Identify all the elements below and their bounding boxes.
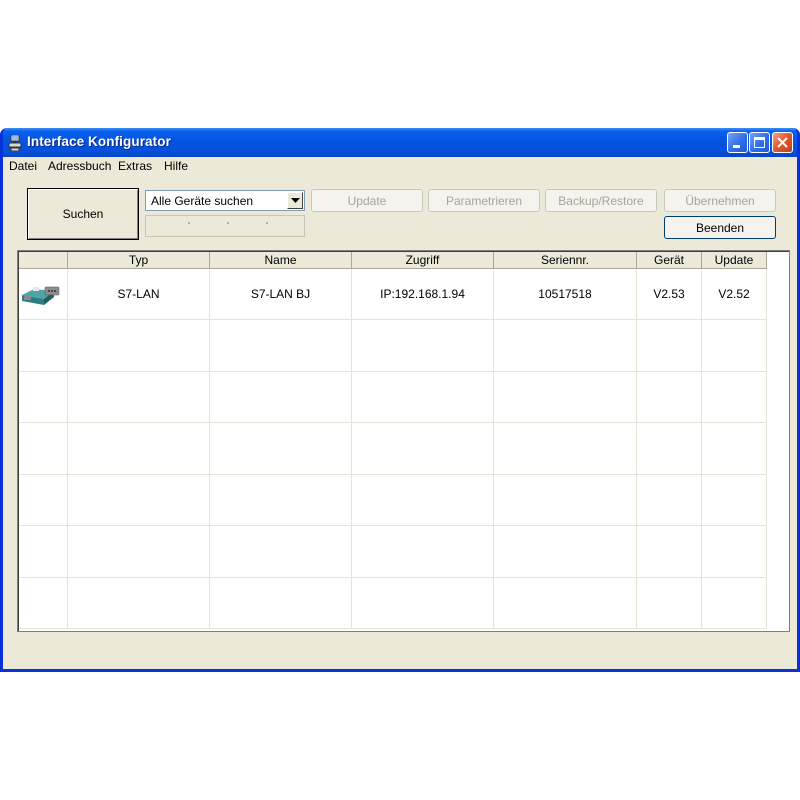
empty-table-cell[interactable] [19,320,68,372]
empty-table-cell[interactable] [19,423,68,475]
menu-hilfe[interactable]: Hilfe [164,159,188,173]
table-cell-update[interactable]: V2.52 [702,269,767,320]
menu-datei[interactable]: Datei [9,159,37,173]
minimize-button[interactable] [727,132,748,153]
empty-table-cell[interactable] [68,577,210,629]
search-mode-select[interactable]: Alle Geräte suchen [145,190,305,211]
column-header-update[interactable]: Update [702,252,767,269]
beenden-button[interactable]: Beenden [664,216,776,239]
table-row-icon-cell[interactable] [19,269,68,320]
device-table[interactable]: Typ Name Zugriff Seriennr. Gerät Update … [17,250,790,632]
empty-table-cell[interactable] [19,474,68,526]
main-window: Interface Konfigurator Datei Adressbuch … [0,128,800,672]
empty-table-cell[interactable] [637,526,702,578]
menu-bar: Datei Adressbuch Extras Hilfe [3,157,797,175]
parametrieren-button[interactable]: Parametrieren [428,189,540,212]
empty-table-cell[interactable] [352,320,494,372]
empty-table-cell[interactable] [637,423,702,475]
empty-table-cell[interactable] [494,526,637,578]
backup-restore-button[interactable]: Backup/Restore [545,189,657,212]
menu-extras[interactable]: Extras [118,159,152,173]
minimize-icon [733,145,740,148]
empty-table-cell[interactable] [494,320,637,372]
empty-table-cell[interactable] [210,474,352,526]
empty-table-cell[interactable] [210,577,352,629]
maximize-button[interactable] [749,132,770,153]
empty-table-cell[interactable] [19,371,68,423]
empty-table-cell[interactable] [494,577,637,629]
empty-table-cell[interactable] [210,371,352,423]
empty-table-cell[interactable] [68,526,210,578]
ip-address-field[interactable] [145,215,305,237]
table-cell-name[interactable]: S7-LAN BJ [210,269,352,320]
empty-table-cell[interactable] [702,320,767,372]
update-button[interactable]: Update [311,189,423,212]
title-bar[interactable]: Interface Konfigurator [3,128,797,157]
empty-table-cell[interactable] [637,577,702,629]
dropdown-button[interactable] [287,192,303,209]
empty-table-cell[interactable] [637,371,702,423]
empty-table-cell[interactable] [702,526,767,578]
empty-table-cell[interactable] [702,577,767,629]
empty-table-cell[interactable] [494,474,637,526]
empty-table-cell[interactable] [210,320,352,372]
column-header-seriennr[interactable]: Seriennr. [494,252,637,269]
empty-table-cell[interactable] [494,423,637,475]
menu-adressbuch[interactable]: Adressbuch [48,159,111,173]
empty-table-cell[interactable] [19,526,68,578]
ip-separator-dot [188,222,190,224]
ip-separator-dot [227,222,229,224]
column-header-typ[interactable]: Typ [68,252,210,269]
window-title: Interface Konfigurator [27,134,171,149]
empty-table-cell[interactable] [702,423,767,475]
table-cell-seriennr[interactable]: 10517518 [494,269,637,320]
empty-table-cell[interactable] [494,371,637,423]
s7-lan-adapter-icon [22,286,60,305]
empty-table-cell[interactable] [352,371,494,423]
close-button[interactable] [772,132,793,153]
empty-table-cell[interactable] [702,474,767,526]
empty-table-cell[interactable] [637,474,702,526]
empty-table-cell[interactable] [68,371,210,423]
empty-table-cell[interactable] [210,526,352,578]
table-cell-typ[interactable]: S7-LAN [68,269,210,320]
empty-table-cell[interactable] [68,320,210,372]
table-cell-geraet[interactable]: V2.53 [637,269,702,320]
ip-separator-dot [266,222,268,224]
empty-table-cell[interactable] [68,423,210,475]
empty-table-cell[interactable] [68,474,210,526]
status-bar [3,643,797,669]
network-device-icon [8,134,22,152]
empty-table-cell[interactable] [352,423,494,475]
maximize-icon [754,137,765,148]
empty-table-cell[interactable] [210,423,352,475]
column-header-icon[interactable] [19,252,68,269]
chevron-down-icon [291,198,300,203]
search-mode-value: Alle Geräte suchen [151,194,254,208]
search-button[interactable]: Suchen [27,188,139,240]
column-header-zugriff[interactable]: Zugriff [352,252,494,269]
column-header-geraet[interactable]: Gerät [637,252,702,269]
uebernehmen-button[interactable]: Übernehmen [664,189,776,212]
empty-table-cell[interactable] [352,526,494,578]
empty-table-cell[interactable] [702,371,767,423]
empty-table-cell[interactable] [19,577,68,629]
empty-table-cell[interactable] [352,474,494,526]
close-icon [777,137,788,148]
empty-table-cell[interactable] [352,577,494,629]
table-cell-zugriff[interactable]: IP:192.168.1.94 [352,269,494,320]
empty-table-cell[interactable] [637,320,702,372]
column-header-name[interactable]: Name [210,252,352,269]
